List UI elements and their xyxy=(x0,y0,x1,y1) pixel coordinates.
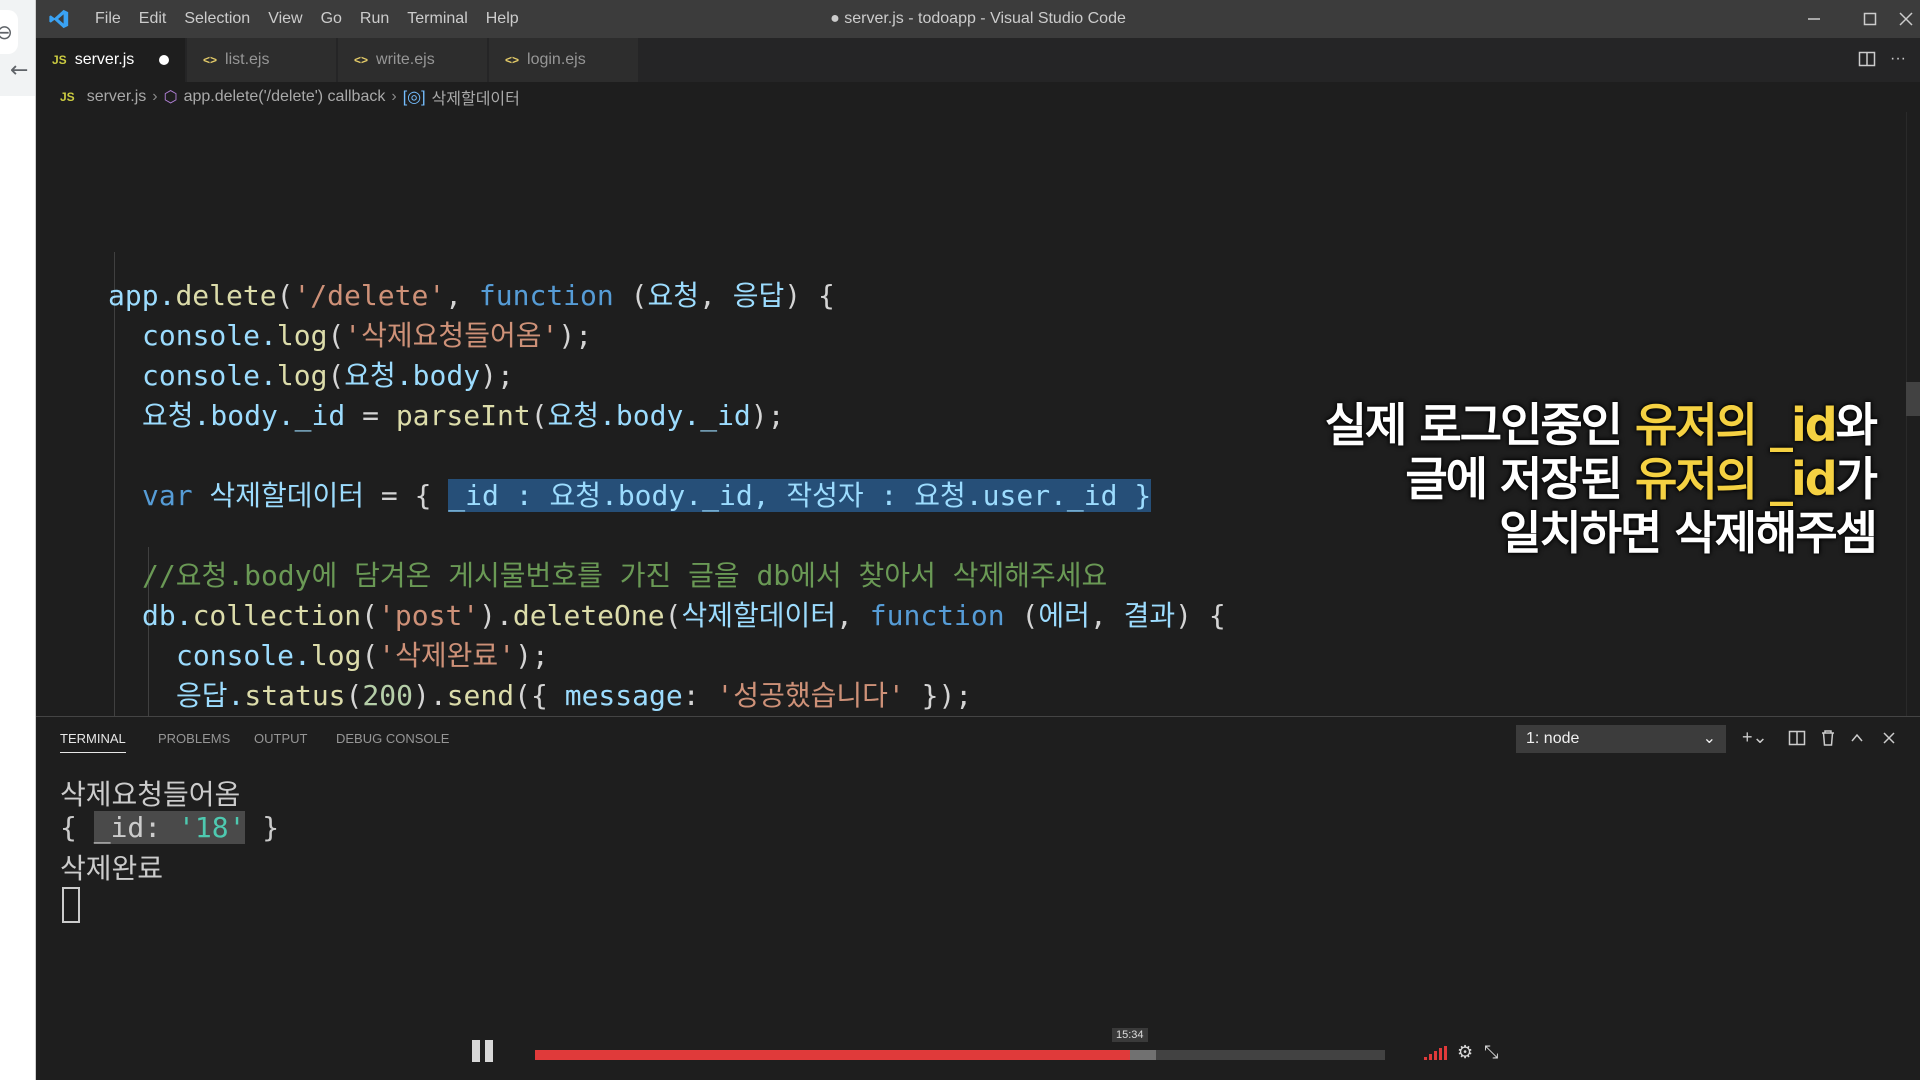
browser-edge: ⊖ ← xyxy=(0,0,36,1080)
indent-guide xyxy=(114,252,115,716)
caption-line-3: 일치하면 삭제해주셈 xyxy=(1499,506,1878,560)
maximize-icon[interactable] xyxy=(1842,0,1898,38)
tab-list-ejs[interactable]: <> list.ejs xyxy=(187,38,337,82)
video-progress-bar[interactable] xyxy=(535,1050,1385,1060)
new-terminal-icon[interactable]: +⌄ xyxy=(1742,727,1768,748)
video-caption: 실제 로그인중인 유저의 _id와 글에 저장된 유저의 _id가 일치하면 삭… xyxy=(1324,398,1878,560)
fullscreen-icon[interactable]: ⤡ xyxy=(1484,1042,1498,1063)
code-line-1: app.delete('/delete', function (요청, 응답) … xyxy=(108,279,835,312)
tab-label: login.ejs xyxy=(527,51,586,68)
editor-actions: ··· xyxy=(1858,50,1906,68)
tab-label: list.ejs xyxy=(225,51,270,68)
code-line-8: console.log('삭제완료'); xyxy=(176,639,549,672)
chevron-right-icon: › xyxy=(152,88,158,105)
tab-bar: JS server.js <> list.ejs <> write.ejs <>… xyxy=(36,38,1920,82)
breadcrumb-callback[interactable]: app.delete('/delete') callback xyxy=(184,88,386,106)
breadcrumb-file[interactable]: server.js xyxy=(87,88,147,106)
unsaved-dot-icon[interactable] xyxy=(159,55,169,65)
time-tooltip: 15:34 xyxy=(1112,1028,1148,1042)
editor-scrollbar[interactable] xyxy=(1906,112,1920,716)
code-line-7: db.collection('post').deleteOne(삭제할데이터, … xyxy=(142,599,1226,632)
pause-icon[interactable] xyxy=(472,1040,496,1062)
method-cube-icon: ⬡ xyxy=(163,89,178,106)
chevron-right-icon: › xyxy=(391,88,397,105)
close-panel-icon[interactable] xyxy=(1882,731,1896,745)
caption-line-2: 글에 저장된 유저의 _id가 xyxy=(1405,452,1878,506)
tab-server-js[interactable]: JS server.js xyxy=(36,38,186,82)
code-line-3: console.log(요청.body); xyxy=(142,359,514,392)
trash-icon[interactable] xyxy=(1820,729,1836,747)
tab-login-ejs[interactable]: <> login.ejs xyxy=(489,38,639,82)
gear-icon[interactable]: ⚙ xyxy=(1457,1042,1473,1063)
minimize-icon[interactable] xyxy=(1786,0,1842,38)
terminal-select[interactable]: 1: node ⌄ xyxy=(1516,725,1726,753)
tab-write-ejs[interactable]: <> write.ejs xyxy=(338,38,488,82)
js-file-icon: JS xyxy=(60,90,75,104)
code-line-4: 요청.body._id = parseInt(요청.body._id); xyxy=(142,399,785,432)
breadcrumb: JS server.js › ⬡ app.delete('/delete') c… xyxy=(36,82,1920,112)
tab-label: write.ejs xyxy=(376,51,435,68)
code-line-9: 응답.status(200).send({ message: '성공했습니다' … xyxy=(176,679,973,712)
split-editor-icon[interactable] xyxy=(1858,50,1876,68)
tab-debug-console[interactable]: DEBUG CONSOLE xyxy=(336,731,449,746)
code-line-5: var 삭제할데이터 = { _id : 요청.body._id, 작성자 : … xyxy=(142,479,1152,512)
browser-tab-stub[interactable]: ⊖ xyxy=(0,10,18,54)
terminal-line-2: { _id: '18' } xyxy=(60,811,280,844)
more-actions-icon[interactable]: ··· xyxy=(1890,50,1906,68)
js-file-icon: JS xyxy=(52,53,67,67)
panel-tabs: TERMINAL PROBLEMS OUTPUT DEBUG CONSOLE 1… xyxy=(36,717,1920,761)
caption-line-1: 실제 로그인중인 유저의 _id와 xyxy=(1324,398,1878,452)
terminal-cursor xyxy=(62,887,80,923)
tab-terminal[interactable]: TERMINAL xyxy=(60,731,126,753)
close-icon[interactable] xyxy=(1892,0,1920,38)
terminal-select-value: 1: node xyxy=(1526,730,1580,747)
ejs-file-icon: <> xyxy=(354,53,369,67)
breadcrumb-variable[interactable]: 삭제할데이터 xyxy=(432,85,520,109)
code-line-6: //요청.body에 담겨온 게시물번호를 가진 글을 db에서 찾아서 삭제해… xyxy=(142,559,1108,592)
vscode-window: File Edit Selection View Go Run Terminal… xyxy=(36,0,1920,1080)
maximize-panel-icon[interactable] xyxy=(1850,731,1864,745)
tab-problems[interactable]: PROBLEMS xyxy=(158,731,230,746)
browser-tab-icon: ⊖ xyxy=(0,20,13,44)
tab-label: server.js xyxy=(74,51,135,68)
played-bar xyxy=(535,1050,1130,1060)
ejs-file-icon: <> xyxy=(203,53,218,67)
split-terminal-icon[interactable] xyxy=(1788,729,1806,747)
code-line-2: console.log('삭제요청들어옴'); xyxy=(142,319,593,352)
buffered-bar xyxy=(1130,1050,1156,1060)
bottom-panel: TERMINAL PROBLEMS OUTPUT DEBUG CONSOLE 1… xyxy=(36,716,1920,1080)
chevron-down-icon: ⌄ xyxy=(1702,730,1716,747)
tab-output[interactable]: OUTPUT xyxy=(254,731,307,746)
terminal-line-3: 삭제완료 xyxy=(60,852,164,885)
browser-page xyxy=(0,96,35,1080)
variable-icon: [◎] xyxy=(402,89,426,106)
back-arrow-icon[interactable]: ← xyxy=(10,58,28,83)
window-title: ● server.js - todoapp - Visual Studio Co… xyxy=(830,10,1126,27)
ejs-file-icon: <> xyxy=(505,53,520,67)
selected-text: _id : 요청.body._id, 작성자 : 요청.user._id } xyxy=(448,479,1152,512)
volume-icon[interactable] xyxy=(1424,1046,1448,1060)
title-bar: File Edit Selection View Go Run Terminal… xyxy=(36,0,1920,38)
terminal-line-1: 삭제요청들어옴 xyxy=(60,778,241,811)
scrollbar-thumb[interactable] xyxy=(1906,382,1920,416)
